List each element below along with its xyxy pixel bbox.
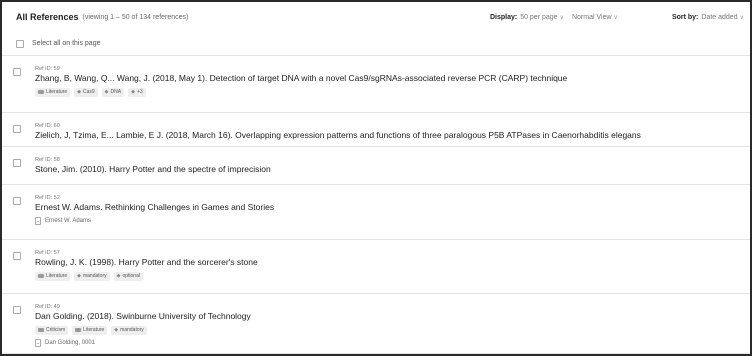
sort-label: Sort by:: [671, 13, 699, 21]
reference-citation[interactable]: Dan Golding. (2018). Swinburne Universit…: [35, 311, 750, 322]
chevron-down-icon: ∨: [739, 14, 744, 21]
tag-icon: ◆: [116, 273, 121, 279]
tag-label: DNA: [110, 89, 122, 95]
folder-label: Criticism: [46, 327, 66, 333]
tag-label: mandatory: [120, 327, 144, 333]
chevron-down-icon: ∨: [613, 14, 618, 21]
reference-row[interactable]: Ref ID: 58 Stone, Jim. (2010). Harry Pott…: [2, 147, 750, 185]
per-page-select[interactable]: 50 per page ∨: [520, 14, 564, 21]
tag-icon: ◆: [104, 89, 109, 95]
document-icon: [35, 339, 41, 347]
folder-icon: [75, 328, 82, 332]
list-header: All References (viewing 1 – 50 of 134 re…: [2, 2, 750, 32]
tag-label: optional: [122, 273, 140, 279]
folder-chip[interactable]: Literature: [35, 271, 71, 281]
attachment-label: Dan Golding, 0001: [45, 340, 96, 346]
ref-id: Ref ID: 52: [35, 195, 60, 201]
page-title: All References: [16, 12, 79, 22]
reference-tags: Literature ◆ mandatory ◆ optional: [35, 271, 750, 281]
reference-checkbox[interactable]: [13, 125, 21, 133]
list-controls: Display: 50 per page ∨ Normal View ∨ Sort …: [490, 2, 744, 32]
reference-tags: Criticism Literature ◆ mandatory: [35, 325, 750, 335]
display-label: Display:: [489, 13, 518, 21]
tag-chip[interactable]: ◆ Cas9: [74, 87, 98, 97]
folder-icon: [38, 90, 44, 94]
tag-chip[interactable]: ◆ mandatory: [111, 325, 147, 335]
ref-id: Ref ID: 49: [35, 304, 60, 310]
tag-label: Cas9: [82, 89, 95, 95]
tag-chip[interactable]: ◆ mandatory: [74, 271, 110, 281]
folder-icon: [38, 274, 44, 278]
document-icon: [35, 217, 41, 225]
reference-citation[interactable]: Zielich, J, Tzima, E... Lambie, E J. (20…: [35, 130, 750, 141]
folder-chip[interactable]: Literature: [72, 325, 108, 335]
tag-chip[interactable]: ◆ DNA: [101, 87, 125, 97]
reference-checkbox[interactable]: [13, 252, 21, 260]
ref-id: Ref ID: 59: [35, 66, 60, 72]
folder-icon: [38, 328, 44, 332]
tag-icon: ◆: [131, 89, 135, 95]
tag-label: mandatory: [82, 273, 107, 279]
select-all-checkbox[interactable]: [16, 39, 24, 48]
tag-label: +3: [136, 89, 143, 95]
reference-citation[interactable]: Zhang, B, Wang, Q... Wang, J. (2018, May…: [35, 73, 750, 84]
reference-checkbox[interactable]: [13, 197, 21, 205]
folder-label: Literature: [46, 89, 68, 95]
reference-citation[interactable]: Ernest W. Adams. Rethinking Challenges i…: [35, 202, 750, 213]
reference-row[interactable]: Ref ID: 57 Rowling, J. K. (1998). Harry P…: [2, 240, 750, 294]
sort-select[interactable]: Date added ∨: [701, 14, 744, 21]
folder-chip[interactable]: Criticism: [35, 325, 69, 335]
reference-citation[interactable]: Rowling, J. K. (1998). Harry Potter and …: [35, 257, 750, 268]
attachment[interactable]: Dan Golding, 0001: [35, 339, 750, 347]
ref-id: Ref ID: 57: [35, 250, 60, 256]
reference-tags: Literature ◆ Cas9 ◆ DNA ◆ +3: [35, 87, 750, 97]
reference-checkbox[interactable]: [13, 68, 21, 76]
reference-row[interactable]: Ref ID: 60 Zielich, J, Tzima, E... Lambie…: [2, 113, 750, 147]
tag-chip[interactable]: ◆ optional: [113, 271, 143, 281]
folder-chip[interactable]: Literature: [35, 87, 71, 97]
reference-row[interactable]: Ref ID: 59 Zhang, B, Wang, Q... Wang, J. …: [2, 56, 750, 113]
ref-id: Ref ID: 58: [35, 157, 60, 163]
attachment-label: Ernest W. Adams: [45, 218, 92, 224]
view-mode-select[interactable]: Normal View ∨: [572, 14, 618, 21]
folder-label: Literature: [83, 327, 105, 333]
folder-label: Literature: [46, 273, 68, 279]
reference-citation[interactable]: Stone, Jim. (2010). Harry Potter and the…: [35, 164, 750, 175]
tag-icon: ◆: [77, 89, 81, 95]
attachment[interactable]: Ernest W. Adams: [35, 217, 750, 225]
reference-row[interactable]: Ref ID: 52 Ernest W. Adams. Rethinking Ch…: [2, 185, 750, 240]
reference-row[interactable]: Ref ID: 49 Dan Golding. (2018). Swinburne…: [2, 294, 750, 354]
references-panel: All References (viewing 1 – 50 of 134 re…: [0, 0, 752, 356]
ref-id: Ref ID: 60: [35, 123, 60, 129]
tag-icon: ◆: [114, 327, 119, 333]
reference-checkbox[interactable]: [13, 306, 21, 314]
select-all-row: Select all on this page: [2, 32, 750, 56]
viewing-count: (viewing 1 – 50 of 134 references): [82, 13, 189, 21]
reference-checkbox[interactable]: [13, 159, 21, 167]
reference-list: Ref ID: 59 Zhang, B, Wang, Q... Wang, J. …: [2, 56, 750, 354]
tag-icon: ◆: [77, 273, 81, 279]
chevron-down-icon: ∨: [559, 14, 564, 21]
tag-chip[interactable]: ◆ +3: [128, 87, 146, 97]
select-all-label: Select all on this page: [32, 40, 101, 47]
